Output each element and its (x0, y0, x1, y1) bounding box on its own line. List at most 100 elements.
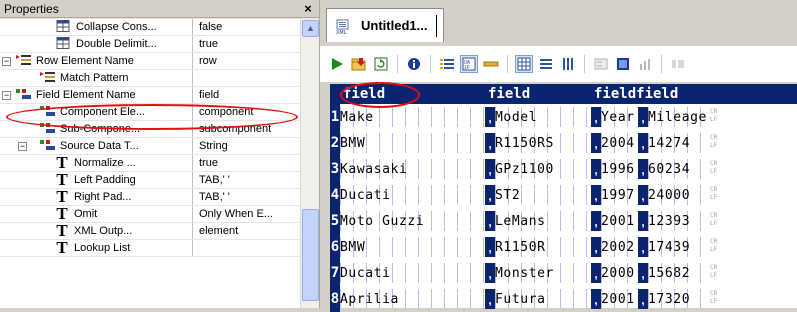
property-row[interactable]: T Left Padding TAB,' ' (0, 172, 300, 189)
property-value[interactable]: String (193, 138, 300, 154)
row-number[interactable]: 7 (330, 260, 340, 286)
property-label: Normalize ... (74, 157, 136, 169)
grid-view-icon[interactable] (515, 55, 533, 73)
bar-icon[interactable] (482, 55, 500, 73)
table-cell[interactable]: Monster (495, 263, 591, 283)
align-left-icon[interactable] (592, 55, 610, 73)
column-header[interactable]: field (340, 84, 485, 104)
property-value[interactable]: false (193, 19, 300, 35)
table-cell[interactable]: LeMans (495, 211, 591, 231)
row-number[interactable]: 2 (330, 130, 340, 156)
table-cell[interactable]: 1997 (601, 185, 638, 205)
toolbar-separator (584, 55, 585, 73)
table-cell[interactable]: 60234 (648, 159, 710, 179)
table-cell[interactable]: 2002 (601, 237, 638, 257)
table-cell[interactable]: GPz1100 (495, 159, 591, 179)
tab-untitled1[interactable]: XML Untitled1... (326, 8, 444, 42)
table-cell[interactable]: 1996 (601, 159, 638, 179)
row-number[interactable]: 8 (330, 286, 340, 312)
property-value[interactable]: subcomponent (193, 121, 300, 137)
property-value[interactable]: component (193, 104, 300, 120)
property-value[interactable]: true (193, 36, 300, 52)
column-header[interactable]: field (485, 84, 591, 104)
property-row[interactable]: Collapse Cons... false (0, 19, 300, 36)
table-cell[interactable]: ST2 (495, 185, 591, 205)
close-icon[interactable]: × (301, 1, 315, 16)
table-cell[interactable]: Mileage (648, 107, 710, 127)
table-cell[interactable]: 2004 (601, 133, 638, 153)
row-number[interactable]: 6 (330, 234, 340, 260)
column-header[interactable]: fieldfield (591, 84, 797, 104)
property-value[interactable]: true (193, 155, 300, 171)
properties-scrollbar[interactable]: ▲ (300, 19, 319, 308)
table-cell[interactable]: 17439 (648, 237, 710, 257)
property-row[interactable]: T Right Pad... TAB,' ' (0, 189, 300, 206)
scroll-up-icon[interactable]: ▲ (302, 20, 319, 37)
table-cell[interactable]: Aprilia (340, 289, 485, 309)
table-cell[interactable]: Model (495, 107, 591, 127)
row-number[interactable]: 5 (330, 208, 340, 234)
chart-icon[interactable] (636, 55, 654, 73)
table-cell[interactable]: 14274 (648, 133, 710, 153)
property-value[interactable]: TAB,' ' (193, 172, 300, 188)
table-cell[interactable]: Year (601, 107, 638, 127)
table-cell[interactable]: Kawasaki (340, 159, 485, 179)
table-cell[interactable]: R1150RS (495, 133, 591, 153)
table-cell[interactable]: Futura (495, 289, 591, 309)
row-number[interactable]: 1 (330, 104, 340, 130)
table-cell[interactable]: Moto Guzzi (340, 211, 485, 231)
collapse-icon[interactable]: − (2, 56, 11, 66)
scroll-thumb[interactable] (302, 209, 319, 301)
table-cell[interactable]: BMW (340, 237, 485, 257)
refresh-icon[interactable] (372, 55, 390, 73)
table-cell[interactable]: 12393 (648, 211, 710, 231)
property-row[interactable]: Sub-Compone... subcomponent (0, 121, 300, 138)
collapse-icon[interactable]: − (18, 141, 27, 151)
table-cell[interactable]: Ducati (340, 185, 485, 205)
property-grid: Collapse Cons... false Double Delimit... tr… (0, 19, 300, 308)
table-cell[interactable]: 17320 (648, 289, 710, 309)
table-cell[interactable]: 2001 (601, 211, 638, 231)
property-label: Left Padding (74, 174, 136, 186)
property-row[interactable]: T XML Outp... element (0, 223, 300, 240)
list-view-icon[interactable] (438, 55, 456, 73)
row-number[interactable]: 4 (330, 182, 340, 208)
open-folder-icon[interactable] (350, 55, 368, 73)
property-row[interactable]: T Omit Only When E... (0, 206, 300, 223)
property-row[interactable]: − Source Data T... String (0, 138, 300, 155)
property-value[interactable]: Only When E... (193, 206, 300, 222)
table-icon[interactable] (614, 55, 632, 73)
table-cell[interactable]: 15682 (648, 263, 710, 283)
table-cell[interactable]: Ducati (340, 263, 485, 283)
property-label: Collapse Cons... (76, 21, 157, 33)
property-value[interactable]: row (193, 53, 300, 69)
property-row[interactable]: Component Ele... component (0, 104, 300, 121)
property-value[interactable] (193, 70, 300, 86)
info-icon[interactable] (405, 55, 423, 73)
rows-icon[interactable] (537, 55, 555, 73)
property-row[interactable]: T Normalize ... true (0, 155, 300, 172)
table-cell[interactable]: Make (340, 107, 485, 127)
property-value[interactable] (193, 240, 300, 256)
property-row[interactable]: T Lookup List (0, 240, 300, 257)
table-cell[interactable]: 24000 (648, 185, 710, 205)
property-value[interactable]: field (193, 87, 300, 103)
property-value[interactable]: element (193, 223, 300, 239)
collapse-icon[interactable]: − (2, 90, 11, 100)
table-cell[interactable]: 2001 (601, 289, 638, 309)
property-row[interactable]: Double Delimit... true (0, 36, 300, 53)
property-row[interactable]: Match Pattern (0, 70, 300, 87)
hex-view-icon[interactable]: 0A 1F (460, 55, 478, 73)
row-number[interactable]: 3 (330, 156, 340, 182)
property-value[interactable]: TAB,' ' (193, 189, 300, 205)
columns-icon[interactable] (559, 55, 577, 73)
toolbar-separator (430, 55, 431, 73)
table-cell[interactable]: 2000 (601, 263, 638, 283)
table-cell[interactable]: R1150R (495, 237, 591, 257)
run-icon[interactable] (328, 55, 346, 73)
split-icon[interactable] (669, 55, 687, 73)
property-row[interactable]: − Row Element Name row (0, 53, 300, 70)
separator-char: , (638, 185, 648, 205)
table-cell[interactable]: BMW (340, 133, 485, 153)
property-row[interactable]: − Field Element Name field (0, 87, 300, 104)
